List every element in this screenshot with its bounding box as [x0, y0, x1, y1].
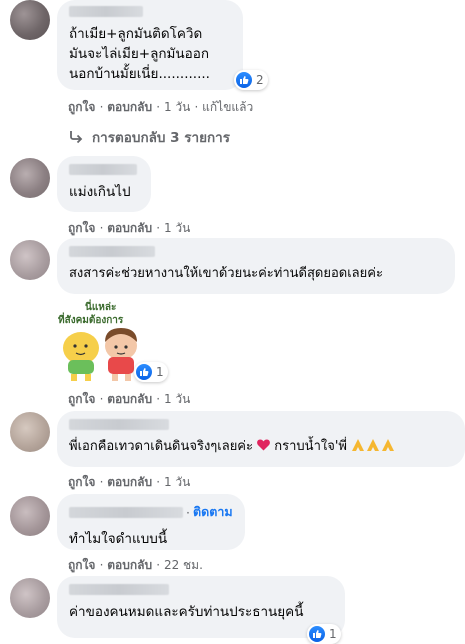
heart-icon	[257, 439, 271, 451]
avatar[interactable]	[10, 240, 50, 280]
svg-text:นี่แหล่ะ: นี่แหล่ะ	[85, 299, 116, 313]
reply-link[interactable]: ตอบกลับ	[107, 221, 152, 235]
reaction-badge[interactable]: 1	[134, 362, 168, 382]
like-link[interactable]: ถูกใจ	[68, 475, 95, 489]
reaction-badge[interactable]: 1	[307, 624, 341, 644]
reaction-count: 1	[156, 365, 164, 379]
author-name[interactable]	[69, 584, 169, 595]
timestamp[interactable]: 1 วัน	[164, 475, 190, 489]
comment-bubble: พี่เอกคือเทวดาเดินดินจริงๆเลยค่ะ กราบน้ำ…	[57, 411, 465, 467]
timestamp[interactable]: 1 วัน	[164, 100, 190, 114]
reaction-badge[interactable]: 2	[234, 70, 268, 90]
comment-text: ค่าของคนหมดและครับท่านประธานยุคนี้	[69, 604, 304, 620]
timestamp[interactable]: 1 วัน	[164, 221, 190, 235]
comment-text-tail: กราบน้ำใจ'พี่	[274, 439, 347, 454]
view-replies-link[interactable]: การตอบกลับ 3 รายการ	[68, 126, 230, 148]
like-link[interactable]: ถูกใจ	[68, 100, 95, 114]
comment-text-main: พี่เอกคือเทวดาเดินดินจริงๆเลยค่ะ	[69, 439, 253, 454]
comment-bubble: แม่งเกินไป	[57, 156, 151, 212]
comment-actions: ถูกใจ · ตอบกลับ · 22 ชม.	[68, 558, 203, 572]
comment-text: ถ้าเมีย+ลูกมันติดโควิด มันจะไล่เมีย+ลูกม…	[69, 26, 210, 82]
avatar[interactable]	[10, 578, 50, 618]
comment-text: พี่เอกคือเทวดาเดินดินจริงๆเลยค่ะ กราบน้ำ…	[69, 437, 453, 457]
comment-text: แม่งเกินไป	[69, 184, 131, 200]
reaction-count: 2	[256, 73, 264, 87]
pray-icon	[352, 439, 395, 451]
reply-link[interactable]: ตอบกลับ	[107, 100, 152, 114]
reply-link[interactable]: ตอบกลับ	[107, 558, 152, 572]
comment-text: สงสารค่ะช่วยหางานให้เขาด้วยนะค่ะท่านดีสุ…	[69, 266, 383, 281]
timestamp[interactable]: 22 ชม.	[164, 558, 203, 572]
like-link[interactable]: ถูกใจ	[68, 221, 95, 235]
comment-bubble: ค่าของคนหมดและครับท่านประธานยุคนี้	[57, 576, 345, 638]
comment-actions: ถูกใจ · ตอบกลับ · 1 วัน	[68, 475, 191, 489]
like-icon	[309, 626, 325, 642]
avatar[interactable]	[10, 496, 50, 536]
author-name[interactable]	[69, 164, 137, 175]
author-name[interactable]	[69, 246, 155, 257]
comment-actions: ถูกใจ · ตอบกลับ · 1 วัน · แก้ไขแล้ว	[68, 100, 254, 114]
author-name[interactable]	[69, 419, 169, 430]
edited-label: แก้ไขแล้ว	[202, 100, 254, 114]
reaction-count: 1	[329, 627, 337, 641]
timestamp[interactable]: 1 วัน	[164, 392, 190, 406]
follow-button[interactable]: ติดตาม	[193, 502, 233, 522]
like-link[interactable]: ถูกใจ	[68, 558, 95, 572]
avatar[interactable]	[10, 412, 50, 452]
like-icon	[236, 72, 252, 88]
comment-bubble: สงสารค่ะช่วยหางานให้เขาด้วยนะค่ะท่านดีสุ…	[57, 238, 455, 294]
comment-actions: ถูกใจ · ตอบกลับ · 1 วัน	[68, 221, 191, 235]
comment-actions: ถูกใจ · ตอบกลับ · 1 วัน	[68, 392, 191, 406]
replies-label: การตอบกลับ 3 รายการ	[92, 130, 231, 146]
reply-arrow-icon	[70, 131, 83, 144]
reply-link[interactable]: ตอบกลับ	[107, 392, 152, 406]
comment-text: ทำไมใจดำแบบนี้	[69, 531, 168, 547]
reply-link[interactable]: ตอบกลับ	[107, 475, 152, 489]
like-icon	[136, 364, 152, 380]
comment-bubble: · ติดตาม ทำไมใจดำแบบนี้	[57, 494, 245, 550]
svg-text:ที่สังคมต้องการ: ที่สังคมต้องการ	[58, 312, 124, 326]
avatar[interactable]	[10, 158, 50, 198]
comment-bubble: ถ้าเมีย+ลูกมันติดโควิด มันจะไล่เมีย+ลูกม…	[57, 0, 243, 90]
author-name[interactable]	[69, 506, 183, 518]
avatar[interactable]	[10, 0, 50, 40]
like-link[interactable]: ถูกใจ	[68, 392, 95, 406]
author-name[interactable]	[69, 6, 143, 17]
